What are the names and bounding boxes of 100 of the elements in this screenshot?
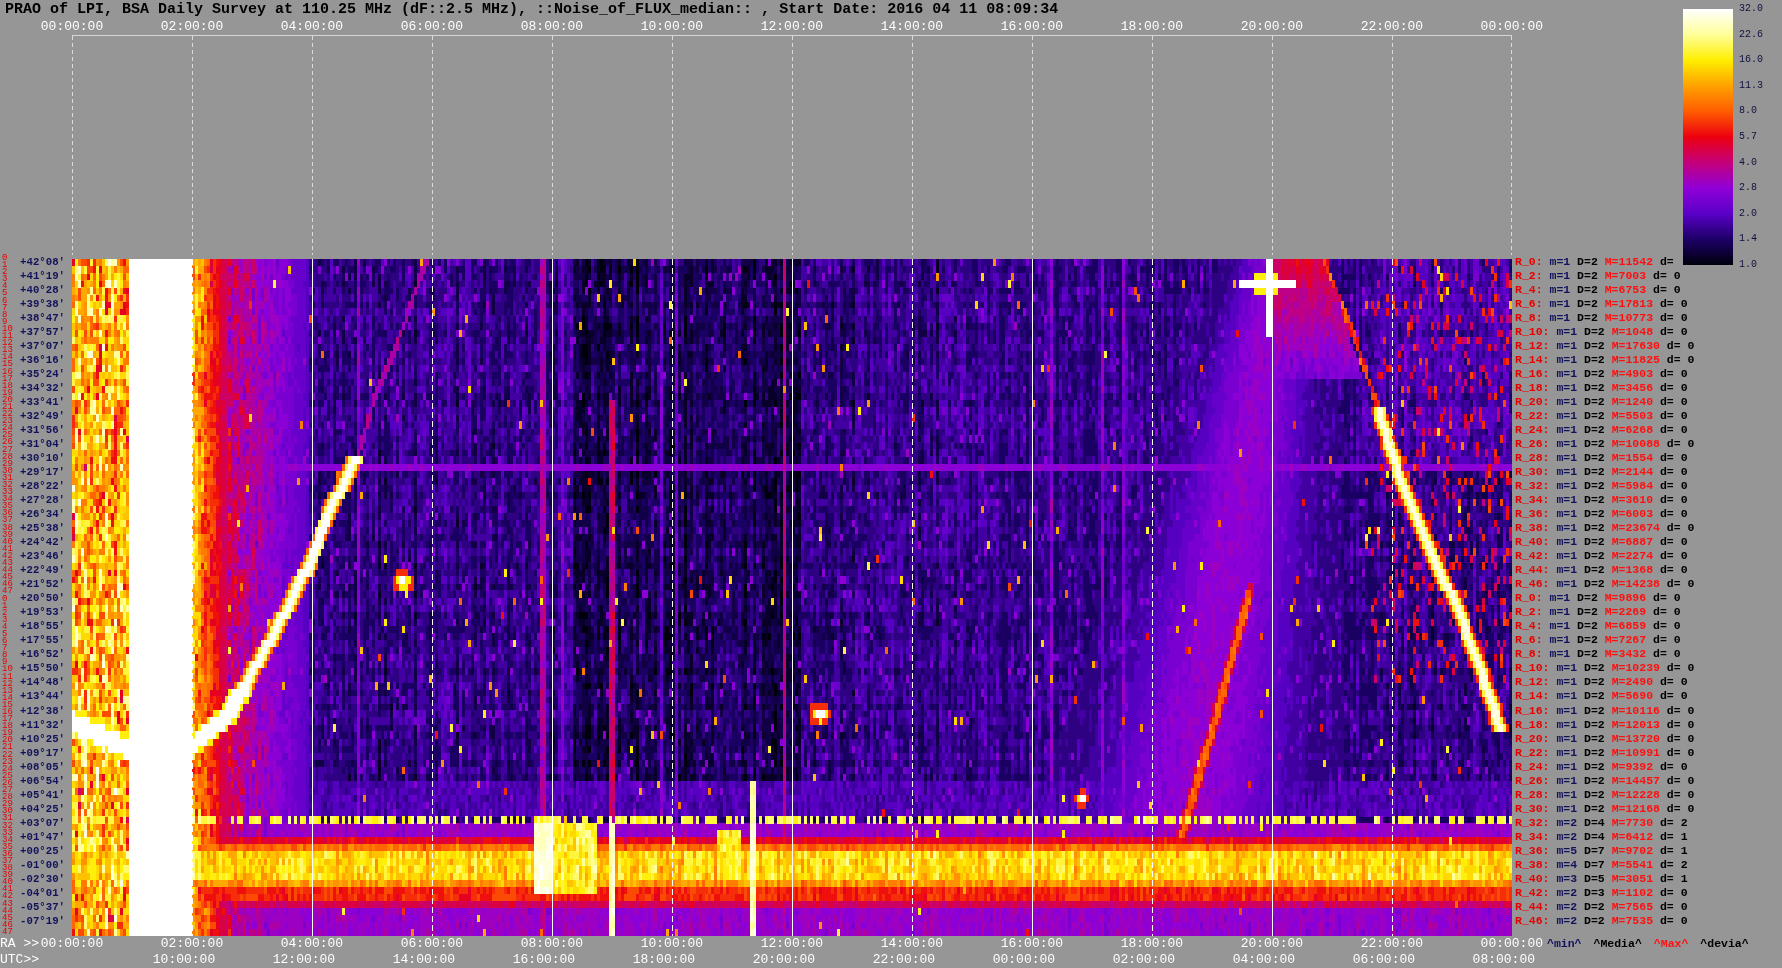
median-value: D=4: [1584, 829, 1605, 844]
row-number-label: 21: [2, 744, 13, 752]
deviation-value: d= 1: [1659, 843, 1688, 858]
deviation-value: d= 0: [1653, 283, 1681, 298]
deviation-value: d= 0: [1666, 717, 1695, 732]
row-number-label: 4: [2, 623, 8, 631]
min-value: m=1: [1556, 325, 1578, 340]
median-value: D=7: [1584, 857, 1605, 872]
median-value: D=7: [1584, 843, 1605, 858]
max-value: M=9896: [1604, 591, 1647, 606]
median-value: D=2: [1584, 773, 1605, 788]
deviation-value: d= 0: [1666, 577, 1695, 592]
min-value: m=1: [1556, 745, 1578, 760]
row-number-label: 12: [2, 680, 13, 688]
row-number-label: 7: [2, 304, 8, 312]
row-name-label: R_44:: [1515, 899, 1550, 914]
median-value: D=2: [1584, 479, 1605, 494]
max-value: M=14457: [1611, 773, 1660, 788]
row-name-label: R_44:: [1515, 563, 1550, 578]
deviation-value: d= 0: [1653, 269, 1681, 284]
median-value: D=2: [1584, 465, 1605, 480]
declination-label: +12°38': [20, 703, 65, 718]
row-name-label: R_40:: [1515, 871, 1550, 886]
declination-label: +34°32': [20, 381, 65, 396]
deviation-value: d= 0: [1659, 381, 1688, 396]
row-name-label: R_22:: [1515, 745, 1550, 760]
row-number-label: 2: [2, 609, 8, 617]
median-value: D=2: [1584, 395, 1605, 410]
declination-label: +10°25': [20, 731, 65, 746]
median-value: D=2: [1584, 745, 1605, 760]
row-name-label: R_30:: [1515, 801, 1550, 816]
row-number-label: 25: [2, 772, 13, 780]
row-number-label: 6: [2, 297, 8, 305]
declination-label: +21°52': [20, 577, 65, 592]
deviation-value: d= 2: [1659, 857, 1688, 872]
declination-label: +25°38': [20, 521, 65, 536]
min-value: m=1: [1556, 563, 1578, 578]
deviation-value: d= 0: [1659, 507, 1688, 522]
row-name-label: R_24:: [1515, 759, 1550, 774]
row-name-label: R_32:: [1515, 815, 1550, 830]
min-value: m=1: [1556, 759, 1578, 774]
min-value: m=1: [1556, 731, 1578, 746]
time-tick-label: 02:00:00: [160, 936, 224, 952]
row-name-label: R_20:: [1515, 731, 1550, 746]
colorbar-tick-label: 2.8: [1739, 182, 1757, 195]
max-value: M=1102: [1611, 885, 1654, 900]
row-name-label: R_10:: [1515, 325, 1550, 340]
median-value: D=2: [1577, 269, 1598, 284]
declination-label: +29°17': [20, 465, 65, 480]
row-number-label: 35: [2, 843, 13, 851]
row-number-label: 36: [2, 510, 13, 518]
max-value: M=12168: [1611, 801, 1660, 816]
row-number-label: 46: [2, 921, 13, 929]
min-value: m=1: [1556, 703, 1578, 718]
max-value: M=1240: [1611, 395, 1654, 410]
time-tick-label: 20:00:00: [1240, 19, 1304, 35]
max-value: M=1048: [1611, 325, 1654, 340]
median-value: D=2: [1584, 423, 1605, 438]
deviation-value: d= 0: [1653, 633, 1681, 648]
time-tick-label: 06:00:00: [1352, 952, 1416, 968]
row-number-label: 39: [2, 872, 13, 880]
declination-label: +09°17': [20, 745, 65, 760]
median-value: D=2: [1584, 451, 1605, 466]
min-value: m=1: [1556, 521, 1578, 536]
declination-label: +31°56': [20, 423, 65, 438]
colorbar-tick-label: 1.0: [1739, 258, 1757, 271]
max-value: M=17813: [1604, 297, 1654, 312]
max-value: M=6268: [1611, 423, 1654, 438]
max-value: M=1368: [1611, 563, 1654, 578]
time-tick-label: 20:00:00: [1240, 936, 1304, 952]
declination-label: +32°49': [20, 409, 65, 424]
deviation-value: d= 0: [1666, 521, 1695, 536]
min-value: m=1: [1556, 717, 1578, 732]
max-value: M=13720: [1611, 731, 1660, 746]
max-value: M=5984: [1611, 479, 1654, 494]
deviation-value: d= 0: [1666, 703, 1695, 718]
time-tick-label: 08:00:00: [520, 19, 584, 35]
declination-label: +42°08': [20, 255, 65, 269]
declination-label: +08°05': [20, 759, 65, 774]
min-value: m=1: [1549, 633, 1571, 648]
row-name-label: R_28:: [1515, 451, 1550, 466]
axis-label: RA >>: [0, 936, 39, 952]
row-number-label: 41: [2, 545, 13, 553]
row-number-label: 38: [2, 524, 13, 532]
max-value: M=6412: [1611, 829, 1654, 844]
row-name-label: R_0:: [1515, 255, 1543, 269]
row-name-label: R_36:: [1515, 843, 1550, 858]
declination-label: -02°30': [20, 871, 65, 886]
min-value: m=2: [1556, 899, 1578, 914]
max-value: M=7003: [1604, 269, 1647, 284]
declination-label: +05°41': [20, 787, 65, 802]
max-value: M=23674: [1611, 521, 1660, 536]
colorbar-tick-label: 5.7: [1739, 130, 1757, 143]
max-value: M=6887: [1611, 535, 1654, 550]
row-number-label: 9: [2, 318, 8, 326]
row-name-label: R_42:: [1515, 549, 1550, 564]
time-tick-label: 22:00:00: [1360, 19, 1424, 35]
row-number-label: 34: [2, 496, 13, 504]
min-value: m=5: [1556, 843, 1578, 858]
row-name-label: R_4:: [1515, 619, 1543, 634]
